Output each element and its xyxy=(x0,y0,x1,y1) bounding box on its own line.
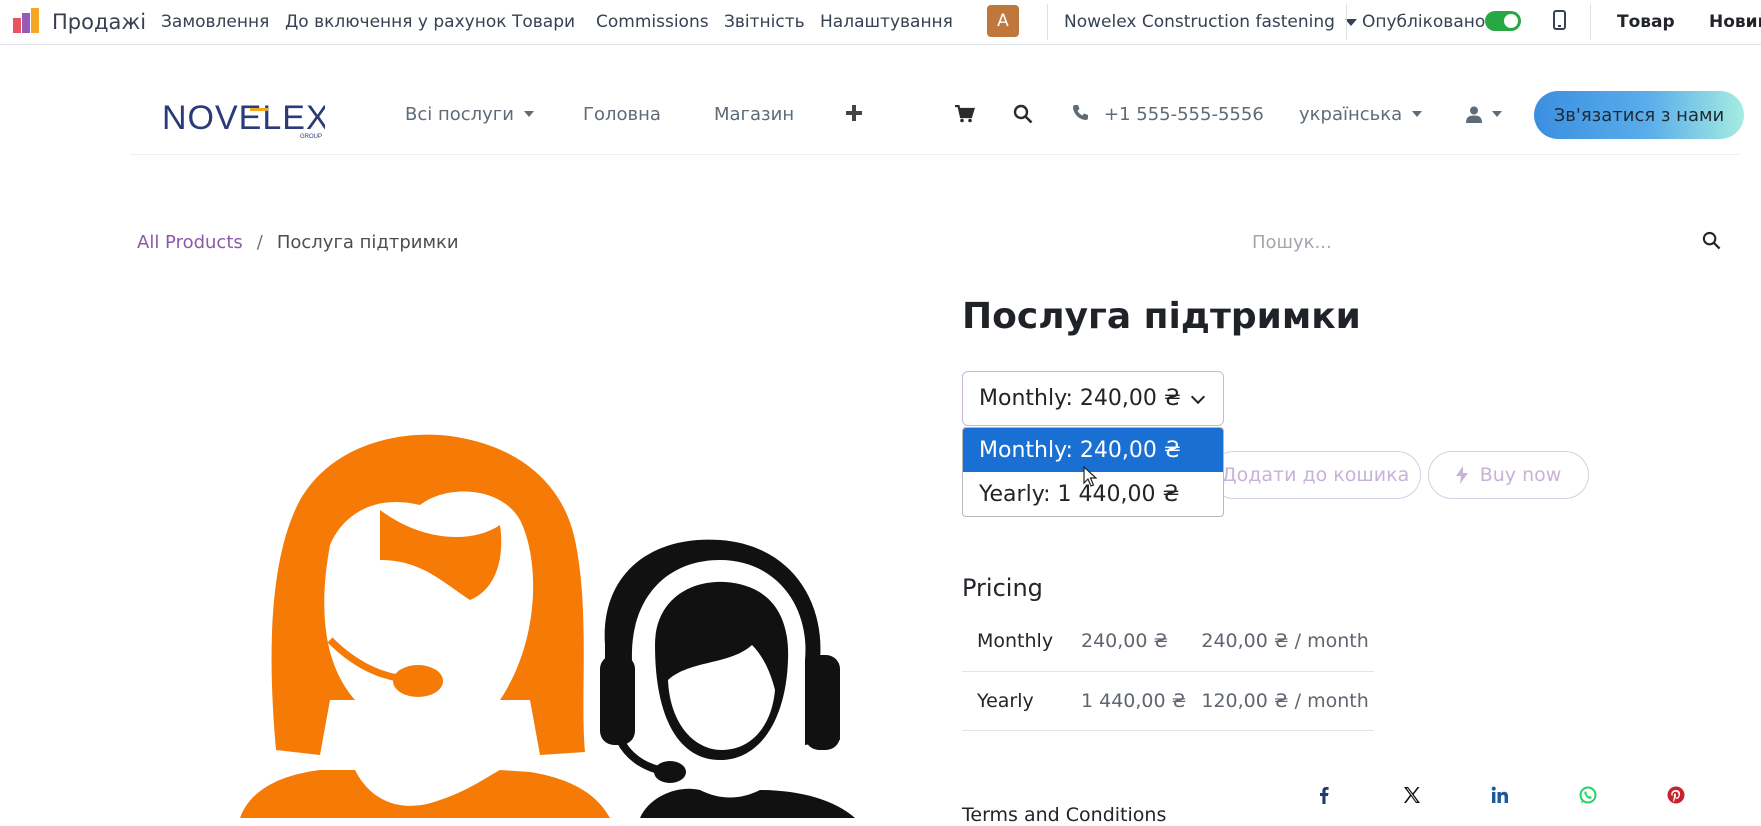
sales-app-icon[interactable] xyxy=(12,8,40,34)
edit-product-link[interactable]: Товар xyxy=(1617,0,1675,44)
language-label: українська xyxy=(1299,103,1403,125)
variant-select[interactable]: Monthly: 240,00 ₴ xyxy=(962,371,1224,426)
pricing-title: Pricing xyxy=(962,574,1043,602)
nav-all-services[interactable]: Всі послуги xyxy=(405,94,534,134)
search-icon[interactable] xyxy=(1013,104,1033,124)
table-row: Yearly 1 440,00 ₴ 120,00 ₴ / month xyxy=(962,671,1374,731)
x-icon[interactable] xyxy=(1401,784,1423,806)
header-divider xyxy=(130,154,1740,155)
company-logo[interactable]: NOVELEX GROUP xyxy=(160,96,325,142)
pricing-per-month: 120,00 ₴ / month xyxy=(1186,671,1374,731)
published-label: Опубліковано xyxy=(1362,12,1486,32)
product-title: Послуга підтримки xyxy=(962,296,1361,337)
language-selector[interactable]: українська xyxy=(1299,94,1423,134)
user-icon xyxy=(1466,106,1482,123)
chevron-down-icon xyxy=(1412,111,1423,117)
search-icon[interactable] xyxy=(1702,231,1721,250)
mobile-preview-icon[interactable] xyxy=(1553,10,1566,30)
user-menu[interactable] xyxy=(1466,94,1502,134)
phone-icon xyxy=(1073,105,1088,120)
logo-subtext: GROUP xyxy=(300,134,322,140)
chevron-down-icon xyxy=(523,111,534,117)
pricing-per-month: 240,00 ₴ / month xyxy=(1186,612,1374,672)
breadcrumb-separator: / xyxy=(256,231,263,253)
variant-select-value: Monthly: 240,00 ₴ xyxy=(979,386,1181,411)
contact-us-button[interactable]: Зв'язатися з нами xyxy=(1534,91,1744,139)
cart-icon[interactable] xyxy=(955,105,975,123)
divider xyxy=(1047,4,1048,40)
mouse-cursor-icon xyxy=(1083,466,1097,487)
pinterest-icon[interactable] xyxy=(1665,784,1687,806)
menu-orders[interactable]: Замовлення xyxy=(161,0,269,44)
menu-reporting[interactable]: Звітність xyxy=(724,0,805,44)
menu-configuration[interactable]: Налаштування xyxy=(820,0,953,44)
menu-products[interactable]: Товари xyxy=(512,0,575,44)
website-switcher[interactable]: Nowelex Construction fastening xyxy=(1064,0,1357,44)
terms-and-conditions-link[interactable]: Terms and Conditions xyxy=(962,804,1166,826)
phone-number[interactable]: +1 555-555-5556 xyxy=(1104,94,1264,134)
new-content-link[interactable]: Новий xyxy=(1709,0,1761,44)
chevron-down-icon xyxy=(1190,389,1206,405)
pricing-price: 1 440,00 ₴ xyxy=(1066,671,1187,731)
published-toggle[interactable] xyxy=(1485,11,1521,31)
logo-text: NOVELEX xyxy=(162,99,325,137)
buy-now-button[interactable]: Buy now xyxy=(1428,451,1589,499)
add-to-cart-button[interactable]: Додати до кошика xyxy=(1210,451,1421,499)
divider xyxy=(1590,4,1591,40)
nav-shop[interactable]: Магазин xyxy=(714,94,794,134)
plus-icon[interactable] xyxy=(845,104,863,122)
pricing-plan: Yearly xyxy=(962,671,1066,731)
whatsapp-icon[interactable] xyxy=(1577,784,1599,806)
lightning-icon xyxy=(1455,466,1468,484)
buy-now-label: Buy now xyxy=(1479,464,1562,486)
breadcrumb-all-products[interactable]: All Products xyxy=(137,232,243,253)
table-row: Monthly 240,00 ₴ 240,00 ₴ / month xyxy=(962,612,1374,672)
pricing-table: Monthly 240,00 ₴ 240,00 ₴ / month Yearly… xyxy=(962,612,1374,731)
user-avatar-button[interactable]: A xyxy=(987,5,1019,37)
breadcrumb-current: Послуга підтримки xyxy=(276,231,459,253)
menu-commissions[interactable]: Commissions xyxy=(596,0,709,44)
app-name[interactable]: Продажі xyxy=(52,0,146,44)
website-name: Nowelex Construction fastening xyxy=(1064,12,1335,32)
nav-all-services-label: Всі послуги xyxy=(405,103,514,125)
facebook-icon[interactable] xyxy=(1313,784,1335,806)
nav-home[interactable]: Головна xyxy=(583,94,661,134)
pricing-price: 240,00 ₴ xyxy=(1066,612,1187,672)
breadcrumb: All Products / Послуга підтримки xyxy=(137,228,459,256)
odoo-top-navbar: Продажі Замовлення До включення у рахуно… xyxy=(0,0,1761,45)
chevron-down-icon xyxy=(1492,111,1502,117)
menu-to-invoice[interactable]: До включення у рахунок xyxy=(285,0,507,44)
product-search-input[interactable]: Пошук... xyxy=(1252,228,1332,256)
divider xyxy=(1346,4,1347,40)
linkedin-icon[interactable] xyxy=(1489,784,1511,806)
pricing-plan: Monthly xyxy=(962,612,1066,672)
product-image-support-agents xyxy=(240,434,855,818)
